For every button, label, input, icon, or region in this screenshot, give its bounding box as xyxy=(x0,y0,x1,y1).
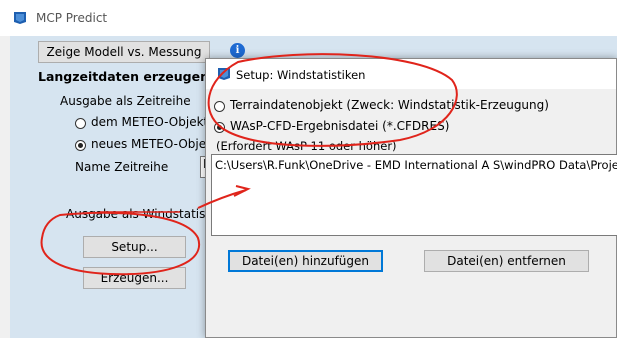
info-icon[interactable]: i xyxy=(230,43,245,58)
setup-windstatistics-dialog: Setup: Windstatistiken Terraindatenobjek… xyxy=(205,58,617,338)
radio-new-meteo-object-label[interactable]: neues METEO-Objekt xyxy=(91,137,218,151)
output-timeseries-label: Ausgabe als Zeitreihe xyxy=(60,94,191,108)
dialog-app-icon xyxy=(218,68,230,80)
file-list[interactable]: C:\Users\R.Funk\OneDrive - EMD Internati… xyxy=(211,154,617,236)
dialog-titlebar: Setup: Windstatistiken xyxy=(206,59,616,89)
file-list-item[interactable]: C:\Users\R.Funk\OneDrive - EMD Internati… xyxy=(215,158,617,172)
generate-button[interactable]: Erzeugen... xyxy=(83,267,186,289)
wasp-requirement-note: (Erfordert WAsP 11 oder höher) xyxy=(216,139,397,153)
setup-button[interactable]: Setup... xyxy=(83,236,186,258)
add-files-button[interactable]: Datei(en) hinzufügen xyxy=(228,250,383,272)
radio-wasp-cfd-result-file[interactable] xyxy=(214,122,225,133)
series-name-label: Name Zeitreihe xyxy=(75,160,169,174)
dialog-title: Setup: Windstatistiken xyxy=(236,68,366,82)
radio-existing-meteo-object-label[interactable]: dem METEO-Objekt m xyxy=(91,115,224,129)
radio-existing-meteo-object[interactable] xyxy=(75,118,86,129)
radio-wasp-cfd-result-file-label[interactable]: WAsP-CFD-Ergebnisdatei (*.CFDRES) xyxy=(230,119,449,133)
radio-new-meteo-object[interactable] xyxy=(75,140,86,151)
remove-files-button[interactable]: Datei(en) entfernen xyxy=(424,250,589,272)
output-windstatistic-label: Ausgabe als Windstatistik xyxy=(66,207,221,221)
window-title: MCP Predict xyxy=(36,11,108,25)
radio-terrain-data-object[interactable] xyxy=(214,101,225,112)
radio-terrain-data-object-label[interactable]: Terraindatenobjekt (Zweck: Windstatistik… xyxy=(230,98,549,112)
app-icon xyxy=(14,12,26,24)
compare-model-vs-measurement-button[interactable]: Zeige Modell vs. Messung xyxy=(38,41,210,63)
main-titlebar: MCP Predict xyxy=(0,0,617,36)
